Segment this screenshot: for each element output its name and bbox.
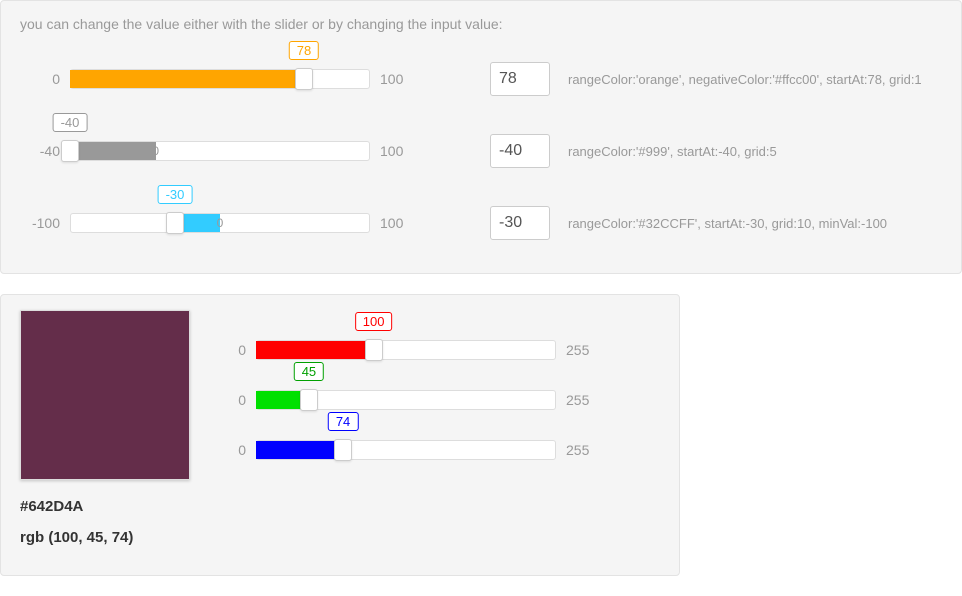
slider-fill	[70, 142, 156, 160]
slider-row: 0 78 100 rangeColor:'orange', negativeCo…	[20, 62, 942, 96]
rgb-sliders: 0 100 255 0 45 255 0 74 255	[220, 310, 660, 560]
slider-desc: rangeColor:'#32CCFF', startAt:-30, grid:…	[568, 216, 887, 231]
value-input[interactable]	[490, 134, 550, 168]
slider-fill	[256, 441, 343, 459]
slider[interactable]: 0 -40	[70, 141, 370, 161]
intro-text: you can change the value either with the…	[20, 16, 942, 32]
value-bubble: -30	[158, 185, 193, 204]
rgb-slider[interactable]: 45	[256, 390, 556, 410]
value-input[interactable]	[490, 62, 550, 96]
rgb-slider[interactable]: 100	[256, 340, 556, 360]
slider-thumb[interactable]	[334, 439, 352, 461]
max-label: 100	[370, 71, 420, 87]
zero-mark: 0	[149, 141, 163, 161]
slider-fill	[70, 70, 304, 88]
slider[interactable]: 78	[70, 69, 370, 89]
rgb-row: 0 100 255	[220, 340, 660, 360]
max-label: 100	[370, 143, 420, 159]
slider-thumb[interactable]	[365, 339, 383, 361]
rgb-text: rgb (100, 45, 74)	[20, 529, 190, 546]
value-input[interactable]	[490, 206, 550, 240]
rgb-slider[interactable]: 74	[256, 440, 556, 460]
slider-fill	[256, 341, 374, 359]
zero-mark: 0	[213, 213, 227, 233]
slider[interactable]: 0 -30	[70, 213, 370, 233]
slider-thumb[interactable]	[166, 212, 184, 234]
value-bubble: 45	[294, 362, 324, 381]
hex-text: #642D4A	[20, 498, 190, 515]
slider-row: -100 0 -30 100 rangeColor:'#32CCFF', sta…	[20, 206, 942, 240]
rgb-panel: #642D4A rgb (100, 45, 74) 0 100 255 0 45…	[0, 294, 680, 576]
rgb-max-label: 255	[556, 442, 592, 458]
slider-desc: rangeColor:'#999', startAt:-40, grid:5	[568, 144, 777, 159]
rgb-min-label: 0	[220, 442, 256, 458]
slider-panel: you can change the value either with the…	[0, 0, 962, 274]
color-swatch	[20, 310, 190, 480]
slider-row: -40 0 -40 100 rangeColor:'#999', startAt…	[20, 134, 942, 168]
value-bubble: -40	[53, 113, 88, 132]
slider-thumb[interactable]	[61, 140, 79, 162]
min-label: 0	[20, 71, 70, 87]
rgb-row: 0 45 255	[220, 390, 660, 410]
rgb-row: 0 74 255	[220, 440, 660, 460]
value-bubble: 78	[289, 41, 319, 60]
rgb-min-label: 0	[220, 392, 256, 408]
rgb-min-label: 0	[220, 342, 256, 358]
value-bubble: 74	[328, 412, 358, 431]
swatch-column: #642D4A rgb (100, 45, 74)	[20, 310, 190, 560]
rgb-max-label: 255	[556, 392, 592, 408]
rgb-max-label: 255	[556, 342, 592, 358]
max-label: 100	[370, 215, 420, 231]
min-label: -100	[20, 215, 70, 231]
slider-thumb[interactable]	[300, 389, 318, 411]
slider-desc: rangeColor:'orange', negativeColor:'#ffc…	[568, 72, 922, 87]
value-bubble: 100	[355, 312, 393, 331]
slider-thumb[interactable]	[295, 68, 313, 90]
